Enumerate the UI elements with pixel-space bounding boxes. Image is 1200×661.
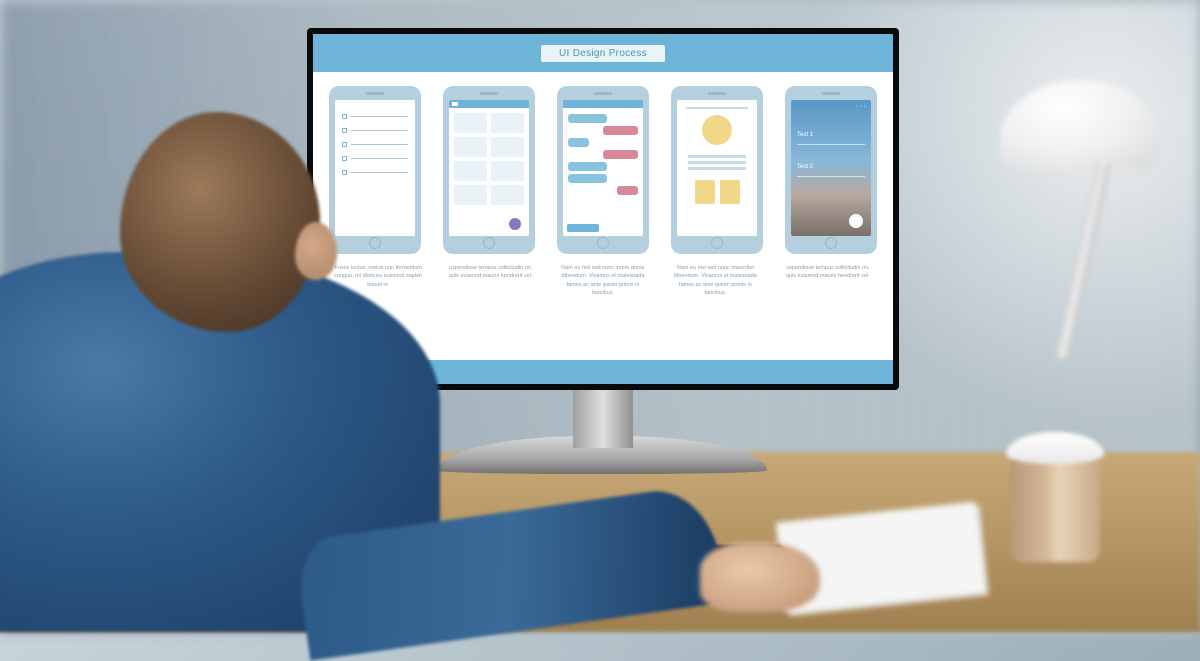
hamburger-icon [452, 102, 458, 106]
person-foreground [0, 72, 440, 632]
mockup-caption: Nam eu nisl sed nunc imperdiet bibendum.… [666, 264, 764, 352]
coffee-cup [1010, 432, 1100, 562]
avatar-icon [702, 115, 732, 145]
phone-mockup-chat [557, 86, 649, 254]
page-title: UI Design Process [541, 45, 665, 62]
fab-icon [509, 218, 521, 230]
monitor-stand-neck [573, 388, 633, 448]
mockup-caption: uspendisse tempus sollicitudin mi, quis … [779, 264, 877, 352]
mockup-caption: uspendisse tempus sollicitudin mi, quis … [441, 264, 539, 352]
phone-mockup-gradient: • • • Text 1 Text 2 [785, 86, 877, 254]
desk-lamp [980, 30, 1180, 380]
phone-mockup-profile [671, 86, 763, 254]
mockup5-label-1: Text 1 [797, 132, 813, 138]
mockup-caption: Nam eu nisl sed nunc lorem donor bibendu… [554, 264, 652, 352]
phone-mockup-grid [443, 86, 535, 254]
circle-icon [849, 214, 863, 228]
mockup5-label-2: Text 2 [797, 164, 813, 170]
screen-header: UI Design Process [313, 34, 893, 72]
